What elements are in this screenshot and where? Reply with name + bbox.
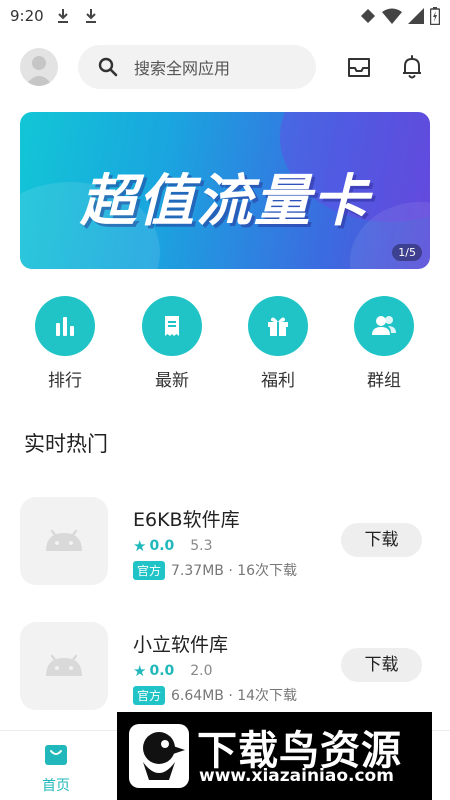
signal-diamond-icon bbox=[361, 9, 375, 23]
group-icon bbox=[372, 316, 396, 335]
gift-icon bbox=[268, 317, 288, 336]
promo-banner[interactable]: 超值流量卡 1/5 bbox=[20, 112, 430, 269]
banner-title: 超值流量卡 bbox=[80, 169, 370, 234]
rating-row: ★ 0.0 5.3 bbox=[133, 537, 213, 555]
download-button[interactable]: 下载 bbox=[341, 523, 422, 557]
list-item[interactable]: E6KB软件库 ★ 0.0 5.3 官方 7.37MB · 16次下载 下载 bbox=[0, 497, 450, 597]
search-bar[interactable]: 搜索全网应用 bbox=[78, 45, 316, 89]
category-circle bbox=[35, 296, 95, 356]
watermark-logo bbox=[129, 724, 189, 788]
download-notification-icon bbox=[85, 9, 96, 23]
search-placeholder: 搜索全网应用 bbox=[134, 59, 231, 78]
category-circle bbox=[248, 296, 308, 356]
watermark: 下载鸟资源 www.xiazainiao.com bbox=[117, 712, 432, 800]
official-badge: 官方 bbox=[133, 685, 166, 705]
rating-row: ★ 0.0 2.0 bbox=[133, 662, 213, 680]
nav-home[interactable]: 首页 bbox=[36, 743, 76, 795]
user-avatar-icon bbox=[25, 56, 53, 86]
battery-icon bbox=[430, 7, 440, 25]
download-notification-icon bbox=[57, 9, 68, 23]
star-icon: ★ bbox=[133, 662, 147, 680]
meta-row: 官方 6.64MB · 14次下载 bbox=[133, 685, 297, 705]
search-icon bbox=[98, 57, 118, 77]
section-title: 实时热门 bbox=[24, 432, 108, 456]
category-label: 福利 bbox=[261, 371, 295, 391]
home-bag-icon bbox=[45, 745, 67, 765]
category-groups[interactable]: 群组 bbox=[349, 296, 419, 391]
app-icon-placeholder bbox=[20, 497, 108, 585]
list-item[interactable]: 小立软件库 ★ 0.0 2.0 官方 6.64MB · 14次下载 下载 bbox=[0, 622, 450, 722]
top-bar: 搜索全网应用 bbox=[0, 45, 450, 89]
category-latest[interactable]: 最新 bbox=[137, 296, 207, 391]
rating-score: 0.0 bbox=[149, 663, 175, 679]
bar-chart-icon bbox=[56, 317, 74, 336]
app-meta: 6.64MB · 14次下载 bbox=[171, 688, 298, 704]
app-meta: 7.37MB · 16次下载 bbox=[171, 563, 298, 579]
meta-row: 官方 7.37MB · 16次下载 bbox=[133, 560, 297, 580]
app-version: 5.3 bbox=[190, 538, 213, 554]
status-bar: 9:20 bbox=[0, 0, 450, 32]
category-welfare[interactable]: 福利 bbox=[243, 296, 313, 391]
category-label: 群组 bbox=[367, 371, 401, 391]
receipt-icon bbox=[165, 316, 179, 336]
app-name: E6KB软件库 bbox=[133, 509, 240, 531]
category-label: 最新 bbox=[155, 371, 189, 391]
rating-score: 0.0 bbox=[149, 538, 175, 554]
app-version: 2.0 bbox=[190, 663, 213, 679]
category-circle bbox=[354, 296, 414, 356]
app-icon-placeholder bbox=[20, 622, 108, 710]
status-time: 9:20 bbox=[10, 7, 44, 25]
banner-pager: 1/5 bbox=[392, 244, 422, 261]
category-row: 排行 最新 福利 群组 bbox=[0, 296, 450, 391]
star-icon: ★ bbox=[133, 537, 147, 555]
category-ranking[interactable]: 排行 bbox=[30, 296, 100, 391]
android-icon bbox=[46, 529, 82, 551]
cell-signal-icon bbox=[408, 8, 424, 24]
nav-home-label: 首页 bbox=[42, 778, 70, 794]
watermark-url: www.xiazainiao.com bbox=[199, 766, 394, 786]
app-name: 小立软件库 bbox=[133, 634, 229, 656]
notification-bell-icon[interactable] bbox=[398, 53, 426, 81]
bird-logo-icon bbox=[143, 732, 185, 780]
android-icon bbox=[46, 654, 82, 676]
avatar[interactable] bbox=[20, 48, 58, 86]
download-button[interactable]: 下载 bbox=[341, 648, 422, 682]
official-badge: 官方 bbox=[133, 560, 166, 580]
category-circle bbox=[142, 296, 202, 356]
inbox-icon[interactable] bbox=[345, 53, 373, 81]
category-label: 排行 bbox=[48, 371, 82, 391]
wifi-icon bbox=[382, 8, 402, 24]
